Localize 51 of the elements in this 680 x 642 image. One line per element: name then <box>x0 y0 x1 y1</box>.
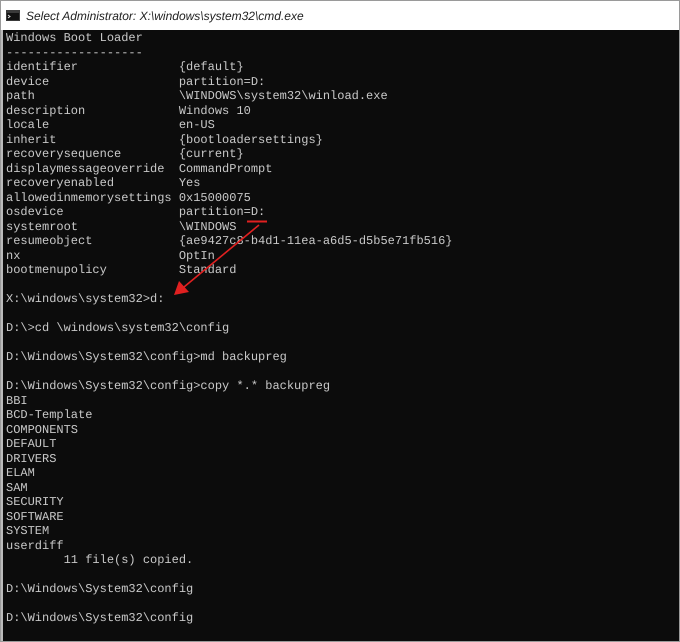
console-heading: Windows Boot Loader <box>6 31 143 45</box>
window-title: Select Administrator: X:\windows\system32\cmd.exe <box>26 8 304 24</box>
setting-name: osdevice <box>6 205 65 220</box>
output-line: BCD-Template <box>6 408 92 422</box>
console-icon <box>6 10 20 21</box>
setting-value: OptIn <box>178 248 215 263</box>
setting-name: bootmenupolicy <box>6 263 108 278</box>
output-line: BBI <box>6 394 28 408</box>
setting-value: Yes <box>178 176 200 190</box>
output-line: DRIVERS <box>6 452 56 466</box>
setting-value: \WINDOWS <box>178 220 236 234</box>
setting-name: systemroot <box>6 220 80 234</box>
setting-value: 0x15000075 <box>178 190 251 205</box>
setting-name: resumeobject <box>6 234 94 248</box>
setting-name: recoverysequence <box>6 147 122 162</box>
output-line: 11 file(s) copied. <box>62 553 194 567</box>
setting-name: displaymessageoverride <box>6 162 166 176</box>
setting-name: device <box>6 74 50 89</box>
output-line: DEFAULT <box>6 437 56 451</box>
output-line: SOFTWARE <box>6 510 64 524</box>
command-line: D:\Windows\System32\config <box>6 582 194 596</box>
setting-name: locale <box>6 118 50 132</box>
output-line: userdiff <box>6 538 64 552</box>
setting-name: identifier <box>6 60 80 74</box>
setting-value: {bootloadersettings} <box>178 132 323 147</box>
setting-value: en-US <box>178 118 215 132</box>
setting-value: {current} <box>178 147 244 162</box>
setting-name: recoveryenabled <box>6 176 116 190</box>
separator-line: ------------------- <box>6 46 143 60</box>
output-line: SAM <box>6 480 28 494</box>
underline-mark <box>247 220 267 222</box>
command-line: D:\Windows\System32\config>copy *.* backupreg <box>6 379 330 393</box>
setting-value: partition=D: <box>178 205 266 220</box>
setting-name: path <box>6 89 36 104</box>
setting-value: {default} <box>178 60 244 74</box>
setting-name: allowedinmemorysettings <box>6 190 173 205</box>
output-line: COMPONENTS <box>6 422 78 436</box>
setting-value: \WINDOWS\system32\winload.exe <box>178 89 388 104</box>
command-line: D:\>cd \windows\system32\config <box>6 321 230 335</box>
setting-name: inherit <box>6 132 58 147</box>
output-line: SYSTEM <box>6 524 50 538</box>
command-line: X:\windows\system32>d: <box>6 292 164 306</box>
output-line: ELAM <box>6 466 35 480</box>
output-line: SECURITY <box>6 495 64 509</box>
command-line: D:\Windows\System32\config <box>6 611 194 625</box>
setting-value: Windows 10 <box>178 104 251 118</box>
setting-value: CommandPrompt <box>178 162 272 176</box>
command-line: D:\Windows\System32\config>md backupreg <box>6 350 287 364</box>
setting-name: description <box>6 104 86 118</box>
setting-value: partition=D: <box>178 74 266 89</box>
setting-name: nx <box>6 248 22 263</box>
